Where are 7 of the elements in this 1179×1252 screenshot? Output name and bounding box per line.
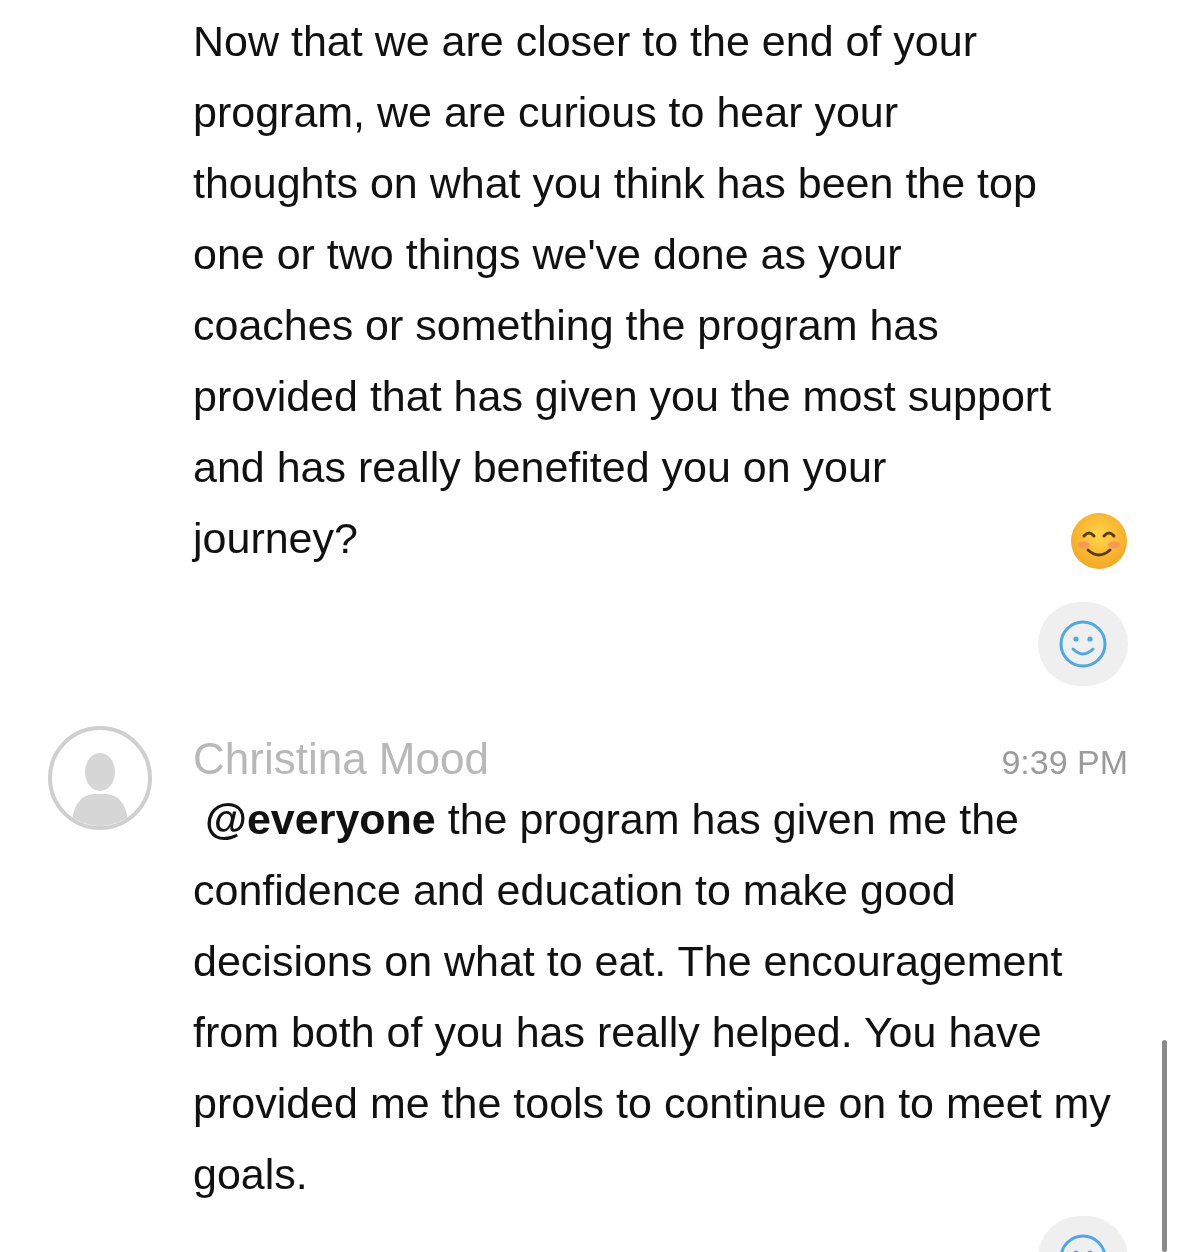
timestamp: 9:39 PM [1001,743,1128,782]
message-text: Now that we are closer to the end of your program, we are curious to hear your thoughts on what you think has been the top one or two things we've done as your coaches or something the program has provided that has given you the most support and has really benefited you on your journey? [193,16,1053,564]
smiling-face-icon [1070,512,1128,570]
author-name[interactable]: Christina Mood [193,734,489,784]
scrollbar[interactable] [1162,1040,1167,1252]
message-text: @everyone the program has given me the confidence and education to make good decisions on what to eat. The encouragement from both of you has really helped. You have provided me the tools to continue on to meet my goals. [193,795,1111,1198]
smiley-icon [1058,619,1108,669]
